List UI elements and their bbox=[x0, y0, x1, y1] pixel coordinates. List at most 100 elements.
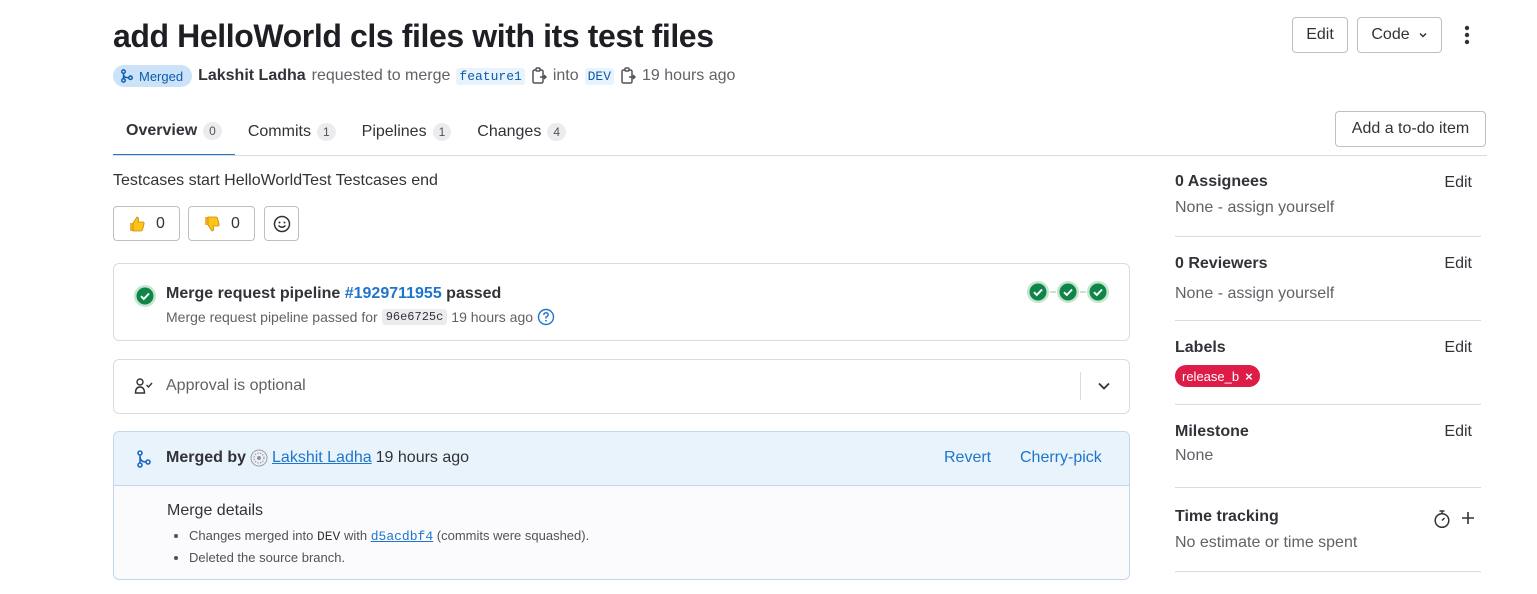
revert-button[interactable]: Revert bbox=[944, 449, 991, 467]
pipeline-subtitle: Merge request pipeline passed for 96e672… bbox=[166, 308, 555, 326]
tab-overview-label: Overview bbox=[126, 122, 198, 139]
reviewers-value[interactable]: None - assign yourself bbox=[1175, 285, 1481, 303]
source-branch[interactable]: feature1 bbox=[456, 67, 525, 85]
pipeline-passed-icon[interactable] bbox=[133, 284, 157, 308]
labels-title: Labels bbox=[1175, 339, 1226, 356]
commit-sha[interactable]: 96e6725c bbox=[381, 309, 448, 325]
detail-branch: DEV bbox=[316, 529, 341, 544]
stage-passed-icon[interactable] bbox=[1056, 280, 1080, 304]
edit-button[interactable]: Edit bbox=[1292, 17, 1348, 53]
milestone-title: Milestone bbox=[1175, 423, 1249, 440]
sidebar-labels: Labels Edit release_b × bbox=[1175, 339, 1481, 389]
stopwatch-icon[interactable] bbox=[1433, 509, 1451, 529]
into-text: into bbox=[552, 67, 579, 84]
chevron-down-icon[interactable] bbox=[1096, 378, 1112, 394]
milestone-edit-button[interactable]: Edit bbox=[1444, 423, 1472, 441]
labels-edit-button[interactable]: Edit bbox=[1444, 339, 1472, 357]
thumbs-down-button[interactable]: 0 bbox=[188, 206, 255, 241]
reviewers-title: 0 Reviewers bbox=[1175, 255, 1268, 272]
list-item: Changes merged into DEV with d5acdbf4 (c… bbox=[189, 527, 589, 549]
author-name[interactable]: Lakshit Ladha bbox=[198, 67, 306, 85]
status-badge: Merged bbox=[113, 65, 193, 87]
copy-target-branch-icon[interactable] bbox=[620, 67, 637, 85]
tab-overview-count: 0 bbox=[203, 122, 222, 140]
merge-icon bbox=[121, 69, 133, 83]
merge-icon bbox=[137, 450, 151, 468]
add-time-icon[interactable] bbox=[1460, 510, 1476, 526]
thumbs-down-count: 0 bbox=[231, 214, 240, 232]
sidebar-divider bbox=[1175, 404, 1481, 405]
sidebar-divider bbox=[1175, 320, 1481, 321]
code-dropdown-button[interactable]: Code bbox=[1357, 17, 1442, 53]
label-pill[interactable]: release_b × bbox=[1175, 365, 1260, 387]
cherry-pick-button[interactable]: Cherry-pick bbox=[1020, 449, 1102, 467]
merged-by-user[interactable]: Lakshit Ladha bbox=[272, 449, 372, 467]
status-badge-label: Merged bbox=[139, 68, 184, 84]
merge-commit-link[interactable]: d5acdbf4 bbox=[371, 529, 433, 544]
approval-divider bbox=[1080, 372, 1081, 400]
detail-prefix: Changes merged into bbox=[189, 528, 314, 543]
code-button-label: Code bbox=[1371, 26, 1410, 43]
tab-overview[interactable]: Overview 0 bbox=[113, 108, 235, 156]
thumbs-up-icon bbox=[130, 216, 145, 231]
pipeline-status: passed bbox=[446, 285, 502, 302]
merge-time: 19 hours ago bbox=[642, 67, 736, 84]
sidebar-reviewers: 0 Reviewers Edit None - assign yourself bbox=[1175, 255, 1481, 303]
help-icon[interactable] bbox=[537, 308, 555, 326]
sidebar-milestone: Milestone Edit None bbox=[1175, 423, 1481, 469]
tab-commits-label: Commits bbox=[247, 123, 311, 140]
smiley-icon bbox=[273, 215, 290, 232]
thumbs-up-button[interactable]: 0 bbox=[113, 206, 180, 241]
tab-changes-count: 4 bbox=[547, 123, 566, 141]
approval-card: Approval is optional bbox=[113, 359, 1130, 414]
detail-suffix: (commits were squashed). bbox=[436, 528, 590, 543]
assignees-edit-button[interactable]: Edit bbox=[1444, 174, 1472, 192]
merge-details-list: Changes merged into DEV with d5acdbf4 (c… bbox=[189, 527, 589, 571]
merged-card: Merged by Lakshit Ladha 19 hours ago Rev… bbox=[113, 431, 1130, 580]
pipeline-stages bbox=[1026, 280, 1110, 304]
stage-passed-icon[interactable] bbox=[1086, 280, 1110, 304]
add-todo-button[interactable]: Add a to-do item bbox=[1335, 111, 1486, 147]
pipeline-title: Merge request pipeline #1929711955 passe… bbox=[166, 285, 501, 303]
reviewers-edit-button[interactable]: Edit bbox=[1444, 255, 1472, 273]
stage-passed-icon[interactable] bbox=[1026, 280, 1050, 304]
sidebar-divider bbox=[1175, 236, 1481, 237]
target-branch[interactable]: DEV bbox=[584, 67, 615, 85]
merge-details-title: Merge details bbox=[167, 502, 264, 519]
copy-source-branch-icon[interactable] bbox=[531, 67, 547, 85]
tab-commits[interactable]: Commits 1 bbox=[235, 108, 349, 156]
pipeline-id-link[interactable]: #1929711955 bbox=[345, 285, 442, 302]
label-name: release_b bbox=[1182, 368, 1240, 384]
assignees-title: 0 Assignees bbox=[1175, 173, 1268, 190]
pipeline-sub-prefix: Merge request pipeline passed for bbox=[166, 309, 378, 325]
tab-pipelines-count: 1 bbox=[432, 123, 452, 141]
merged-by-time: 19 hours ago bbox=[375, 449, 470, 466]
time-tracking-value: No estimate or time spent bbox=[1175, 534, 1358, 551]
thumbs-up-count: 0 bbox=[156, 214, 165, 232]
tab-changes[interactable]: Changes 4 bbox=[464, 108, 579, 156]
add-reaction-button[interactable] bbox=[264, 206, 299, 241]
assignees-value[interactable]: None - assign yourself bbox=[1175, 199, 1481, 217]
detail-with: with bbox=[343, 528, 368, 543]
more-actions-icon[interactable] bbox=[1457, 22, 1477, 48]
sidebar-time-tracking: Time tracking No estimate or time spent bbox=[1175, 508, 1481, 554]
requested-text: requested to merge bbox=[311, 67, 451, 84]
merged-by-prefix: Merged by bbox=[166, 449, 247, 466]
tab-changes-label: Changes bbox=[477, 123, 542, 140]
tab-pipelines-label: Pipelines bbox=[361, 123, 427, 140]
edit-button-label: Edit bbox=[1306, 26, 1334, 43]
approval-user-check-icon bbox=[134, 378, 153, 394]
mr-meta: Merged Lakshit Ladha requested to merge … bbox=[113, 64, 735, 88]
approval-text: Approval is optional bbox=[166, 377, 306, 394]
sidebar-divider bbox=[1175, 487, 1481, 488]
mr-description: Testcases start HelloWorldTest Testcases… bbox=[113, 172, 438, 189]
pipeline-title-prefix: Merge request pipeline bbox=[166, 285, 341, 302]
milestone-value: None bbox=[1175, 447, 1214, 464]
add-todo-label: Add a to-do item bbox=[1351, 120, 1470, 137]
tab-pipelines[interactable]: Pipelines 1 bbox=[349, 108, 465, 156]
remove-label-icon[interactable]: × bbox=[1245, 369, 1253, 384]
pipeline-time: 19 hours ago bbox=[451, 309, 534, 325]
merged-by: Merged by Lakshit Ladha 19 hours ago bbox=[166, 449, 469, 467]
avatar[interactable] bbox=[250, 449, 268, 467]
pipeline-card: Merge request pipeline #1929711955 passe… bbox=[113, 263, 1130, 341]
